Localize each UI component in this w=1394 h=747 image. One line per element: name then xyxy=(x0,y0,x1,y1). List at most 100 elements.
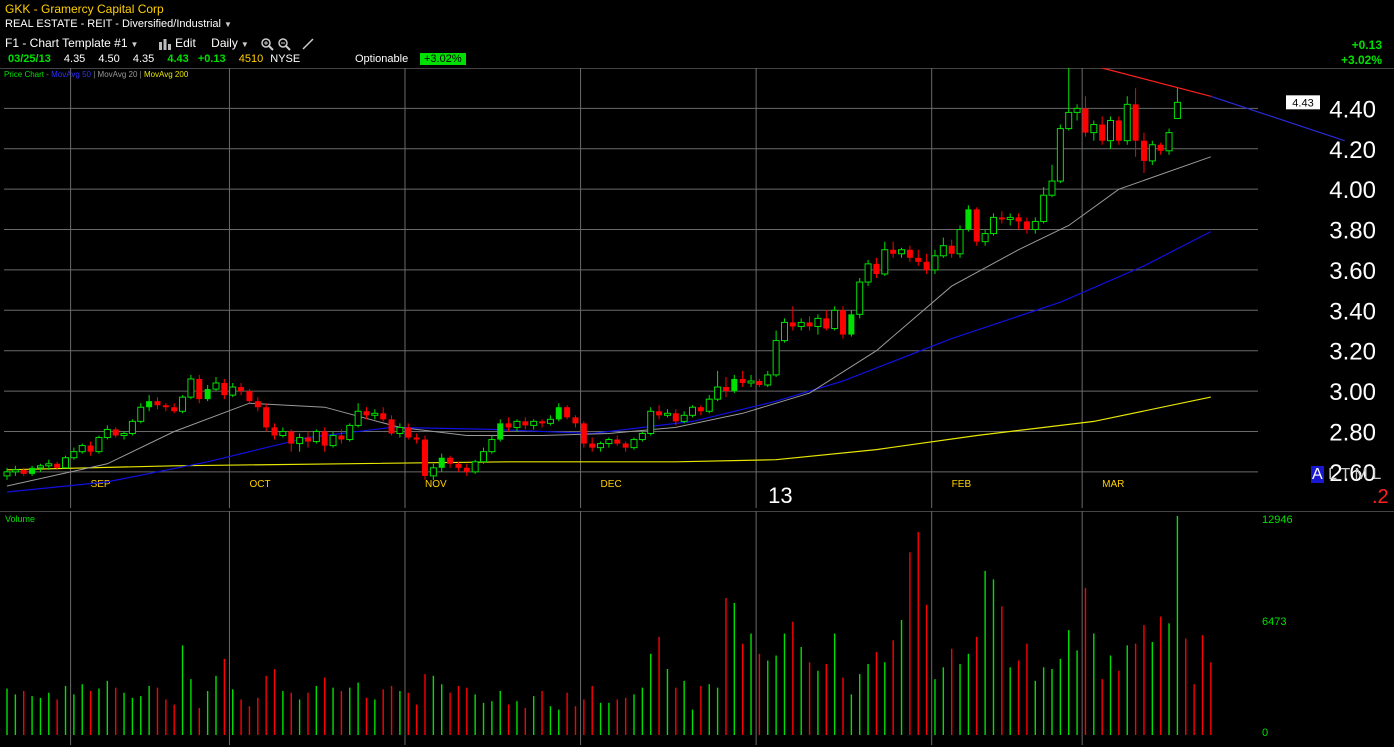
chevron-down-icon: ▼ xyxy=(223,20,232,29)
price-chart[interactable]: 4.404.204.003.803.603.403.203.002.802.60… xyxy=(0,68,1394,508)
candle-body xyxy=(171,407,178,412)
candle-body xyxy=(1165,132,1173,152)
candle-body xyxy=(965,209,972,230)
candle-body xyxy=(396,426,404,434)
candle-body xyxy=(689,406,697,416)
candle-body xyxy=(229,386,237,396)
candle-body xyxy=(204,389,211,400)
quote-close: 4.43 xyxy=(167,53,189,65)
candle-body xyxy=(756,380,763,386)
candle-body xyxy=(95,437,103,453)
candle-body xyxy=(580,423,587,444)
candle-body xyxy=(739,378,746,383)
quote-exchange: NYSE xyxy=(270,53,301,65)
candle-body xyxy=(764,374,772,386)
axis-auto-button[interactable]: A xyxy=(1311,466,1324,483)
x-tick-label: FEB xyxy=(952,479,972,490)
candle-body xyxy=(263,407,270,428)
x-tick-label: SEP xyxy=(91,479,111,490)
quote-date: 03/25/13 xyxy=(8,53,51,65)
candle-body xyxy=(388,419,395,434)
y-tick-label: 4.20 xyxy=(1329,137,1376,164)
axis-l2-button[interactable]: L xyxy=(1372,466,1381,483)
candle-body xyxy=(221,383,228,396)
draw-line-button[interactable] xyxy=(301,36,315,50)
candle-body xyxy=(1065,111,1073,130)
period-dropdown[interactable]: Daily ▼ xyxy=(211,36,249,50)
axis-t-button[interactable]: T xyxy=(1341,466,1350,483)
candle-body xyxy=(797,321,805,327)
candle-body xyxy=(128,420,136,434)
candle-body xyxy=(672,413,679,422)
x-tick-label: OCT xyxy=(249,479,270,490)
zoom-in-icon xyxy=(261,38,274,51)
candle-body xyxy=(1031,220,1039,231)
zoom-out-button[interactable] xyxy=(277,36,292,51)
axis-controls: A L T M L xyxy=(1311,466,1381,484)
candle-body xyxy=(647,410,655,434)
candle-body xyxy=(539,421,546,424)
candle-body xyxy=(873,263,880,274)
candle-body xyxy=(780,321,788,342)
candle-body xyxy=(1040,194,1048,222)
chevron-down-icon: ▼ xyxy=(130,40,139,49)
candle-body xyxy=(45,463,53,467)
candle-body xyxy=(70,451,78,459)
candle-body xyxy=(3,471,11,477)
candle-body xyxy=(1048,180,1056,196)
candle-body xyxy=(254,401,261,408)
candle-body xyxy=(1123,103,1131,142)
candle-body xyxy=(371,412,379,416)
candle-body xyxy=(505,423,512,428)
candle-body xyxy=(856,281,864,315)
chevron-down-icon: ▼ xyxy=(240,40,249,49)
candle-body xyxy=(62,457,70,469)
candle-body xyxy=(530,420,538,426)
volume-title: Volume xyxy=(5,514,36,524)
quote-open: 4.35 xyxy=(63,53,86,65)
edit-button[interactable]: Edit xyxy=(158,36,199,50)
axis-log-button[interactable]: L xyxy=(1328,466,1336,483)
candle-body xyxy=(948,245,955,254)
candle-body xyxy=(1090,124,1098,134)
trendline-red xyxy=(1102,68,1211,97)
candle-body xyxy=(864,263,872,283)
candle-body xyxy=(321,431,328,446)
axis-m-button[interactable]: M xyxy=(1355,466,1368,483)
price-badge: 4.43 xyxy=(1292,97,1313,109)
candle-body xyxy=(463,467,470,472)
candle-body xyxy=(981,233,989,243)
candle-body xyxy=(196,378,203,400)
candle-body xyxy=(1132,104,1139,141)
change-abs: +0.13 xyxy=(1351,38,1382,52)
candle-body xyxy=(638,432,646,441)
candle-body xyxy=(480,451,488,463)
candle-body xyxy=(597,443,605,449)
template-dropdown[interactable]: F1 - Chart Template #1 ▼ xyxy=(5,36,138,50)
candle-body xyxy=(87,445,94,452)
candle-body xyxy=(564,407,571,418)
candle-body xyxy=(705,398,713,412)
candle-body xyxy=(614,439,621,444)
candle-body xyxy=(906,249,913,258)
zoom-in-button[interactable] xyxy=(260,36,274,51)
candle-body xyxy=(656,411,663,416)
volume-chart[interactable] xyxy=(0,511,1394,745)
candle-body xyxy=(622,443,629,448)
candle-body xyxy=(1082,108,1089,133)
optionable-label: Optionable xyxy=(355,53,409,65)
quote-low: 4.35 xyxy=(132,53,155,65)
x-tick-label: NOV xyxy=(425,479,447,490)
candle-body xyxy=(848,314,855,335)
candle-body xyxy=(103,428,111,439)
candle-body xyxy=(555,407,562,420)
candle-body xyxy=(1173,101,1181,119)
candle-body xyxy=(630,439,638,449)
corner-value: .2 xyxy=(1372,486,1389,508)
toolbar: F1 - Chart Template #1 ▼ Edit Daily ▼ xyxy=(5,36,315,51)
candle-body xyxy=(680,414,688,422)
change-pct: +3.02% xyxy=(1340,53,1382,67)
pencil-icon xyxy=(302,38,314,50)
candle-body xyxy=(605,439,613,445)
sector-dropdown[interactable]: REAL ESTATE - REIT - Diversified/Industr… xyxy=(5,18,232,30)
